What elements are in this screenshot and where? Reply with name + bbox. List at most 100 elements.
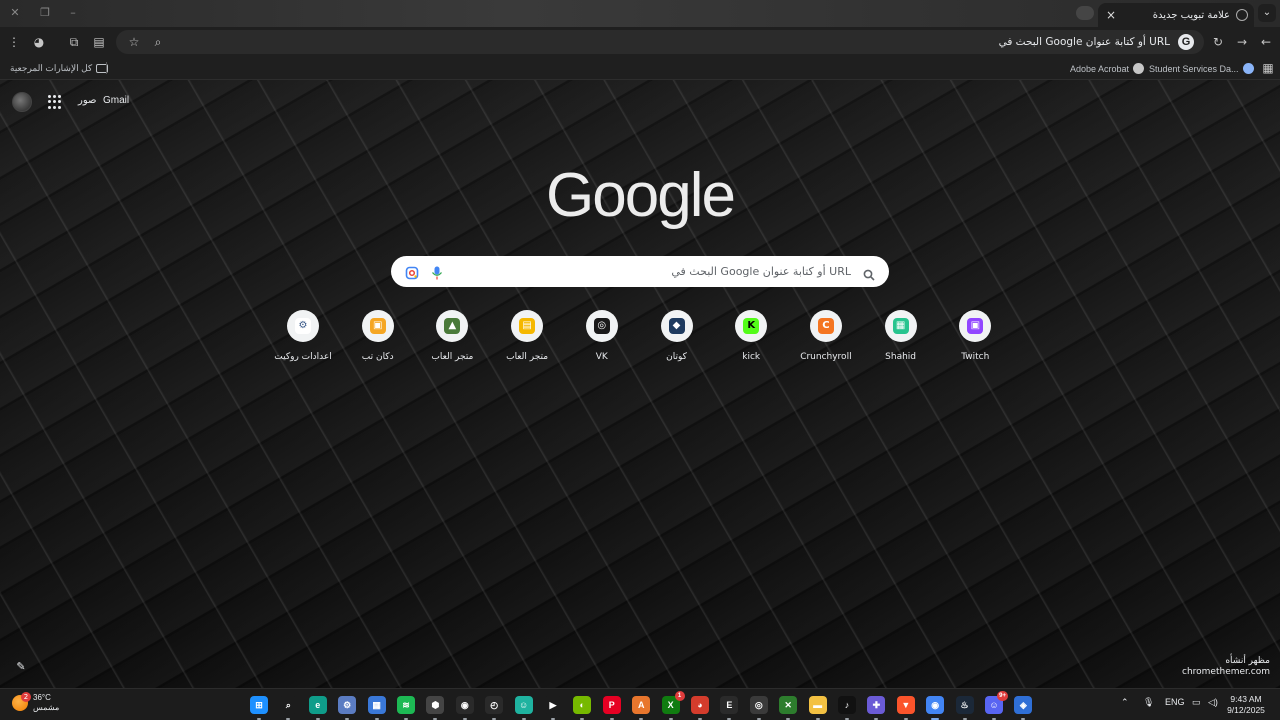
shortcut-label: متجر العاب [506, 352, 549, 362]
extensions-icon[interactable]: ⧉ [66, 34, 82, 50]
game-store-icon: ▲ [444, 318, 461, 334]
translate-icon[interactable]: ▤ [91, 34, 107, 50]
network-icon[interactable]: ▭ [1192, 697, 1201, 708]
restore-window-icon[interactable]: ❐ [36, 4, 54, 22]
nvidia-icon[interactable]: ◐ [573, 696, 592, 720]
app-bot-icon[interactable]: ☺ [514, 696, 533, 720]
app-a-icon[interactable]: A [632, 696, 651, 720]
tray-chevron-icon[interactable]: ⌃ [1121, 697, 1129, 708]
shortcut-label: kick [742, 352, 761, 362]
google-lens-icon[interactable] [405, 265, 419, 279]
shortcut-tile[interactable]: ▣ Twitch [938, 310, 1012, 370]
close-window-icon[interactable]: ✕ [6, 4, 24, 22]
apps-shortcut-icon[interactable]: ▦ [1260, 60, 1276, 76]
shortcut-tile[interactable]: C Crunchyroll [789, 310, 863, 370]
images-link[interactable]: صور [78, 95, 97, 106]
theme-credit-link[interactable]: chromethemer.com [1182, 667, 1270, 678]
app-red-icon[interactable]: ◕ [691, 696, 709, 720]
profile-avatar-icon[interactable]: ◕ [31, 34, 47, 50]
bookmark-adobe-acrobat[interactable]: Adobe Acrobat [1070, 61, 1145, 76]
app-clock-icon[interactable]: ◴ [485, 696, 504, 720]
clock[interactable]: 9:43 AM 9/12/2025 [1222, 694, 1270, 716]
app-glyph: ⬢ [431, 699, 440, 710]
search-icon[interactable]: ⌕ [279, 696, 298, 720]
app-blue-icon[interactable]: ◈ [1014, 696, 1033, 720]
app-glyph: ⊞ [255, 699, 263, 710]
shortcut-tile[interactable]: Kkick [714, 310, 788, 370]
settings-icon[interactable]: ⚙ [338, 696, 357, 720]
discord-icon[interactable]: ☺ 9+ [985, 691, 1008, 720]
app-glyph: ▶ [549, 699, 557, 710]
language-indicator[interactable]: ENG [1165, 697, 1185, 707]
app-glyph: ♨ [960, 699, 969, 710]
tab-search-chevron-icon[interactable]: ⌄ [1258, 4, 1276, 22]
menu-kebab-icon[interactable]: ⋮ [6, 34, 22, 50]
volume-icon[interactable]: ◁) [1208, 697, 1218, 708]
gmail-link[interactable]: Gmail [103, 95, 129, 106]
clock-time: 9:43 AM [1230, 694, 1262, 704]
account-avatar[interactable] [12, 92, 32, 112]
back-icon[interactable]: ← [1258, 34, 1274, 50]
steam-icon[interactable]: ♨ [955, 696, 974, 720]
app-glyph: e [315, 700, 321, 710]
minimize-window-icon[interactable]: – [64, 4, 82, 22]
pinterest-icon[interactable]: P [602, 696, 621, 720]
zoom-icon[interactable]: ⌕ [150, 34, 166, 50]
xbox-app-icon[interactable]: ✕ [779, 696, 798, 720]
app-glyph: ◕ [697, 700, 703, 710]
reload-icon[interactable]: ↻ [1210, 34, 1226, 50]
google-apps-icon[interactable] [48, 95, 62, 109]
shortcut-tile[interactable]: ▤ متجر العاب [490, 310, 564, 370]
shortcut-tile[interactable]: ▣ دكان تب [341, 310, 415, 370]
chrome-icon[interactable]: ◉ [926, 696, 945, 720]
app-glyph: ✕ [784, 699, 792, 710]
edge-icon[interactable]: e [308, 696, 327, 720]
tab-close-icon[interactable]: × [1104, 8, 1118, 22]
shop-tab-icon: ▣ [369, 318, 386, 334]
gamepad-icon[interactable]: ✚ [867, 696, 886, 720]
search-input[interactable]: البحث في Google أو كتابة عنوان URL [443, 265, 863, 278]
bookmarks-divider [106, 62, 107, 74]
xbox-icon[interactable]: X1 [661, 691, 685, 720]
bookmark-student-services[interactable]: Student Services Da... [1149, 61, 1254, 76]
store-icon[interactable]: ▦ [367, 696, 386, 720]
microphone-icon[interactable] [431, 265, 443, 279]
app-glyph: ◉ [931, 699, 940, 710]
brave-icon[interactable]: ▼ [896, 696, 915, 720]
all-bookmarks-label: كل الإشارات المرجعية [10, 63, 93, 73]
play-icon[interactable]: ▶ [544, 696, 562, 720]
weather-badge: 2 [21, 692, 31, 702]
omnibox[interactable]: ☆ ⌕ البحث في Google أو كتابة عنوان URL G [116, 30, 1204, 54]
shortcut-tile[interactable]: ◆ كوتان [640, 310, 714, 370]
shortcut-tile[interactable]: ⚙ اعدادات روكيت [266, 310, 340, 370]
app-glyph: ◎ [754, 699, 763, 710]
profile-chip[interactable] [1076, 6, 1094, 20]
spotify-icon[interactable]: ≋ [397, 696, 415, 720]
epic-games-icon[interactable]: E [720, 696, 739, 720]
app-glyph: ▼ [901, 700, 911, 710]
search-box[interactable]: البحث في Google أو كتابة عنوان URL [391, 256, 889, 287]
tray-mic-icon[interactable]: 🎙︎ [1143, 697, 1154, 708]
customize-pencil-icon[interactable]: ✎ [14, 660, 28, 674]
shortcut-tile[interactable]: ▲ متجر العاب [415, 310, 489, 370]
app-ring-icon[interactable]: ◎ [749, 696, 768, 720]
all-bookmarks-button[interactable]: كل الإشارات المرجعية [10, 61, 109, 76]
weather-widget[interactable]: 2 36°C مشمس [12, 692, 59, 713]
app-hex-icon[interactable]: ⬢ [426, 696, 445, 720]
app-glyph: ◴ [490, 699, 499, 710]
windows-start-icon[interactable]: ⊞ [250, 696, 268, 720]
app-circle-icon[interactable]: ◉ [455, 696, 474, 720]
shortcut-tile[interactable]: ▦ Shahid [864, 310, 938, 370]
theme-credit[interactable]: مظهر أنشأه chromethemer.com [1182, 656, 1270, 678]
tiktok-icon[interactable]: ♪ [838, 696, 856, 720]
forward-icon[interactable]: → [1234, 34, 1250, 50]
shortcut-icon-circle: C [809, 310, 842, 342]
shortcut-tile[interactable]: ◎ VK [565, 310, 639, 370]
file-explorer-icon[interactable]: ▬ [808, 696, 827, 720]
shortcut-label: متجر العاب [431, 352, 474, 362]
tab-new-tab[interactable]: × علامة تبويب جديدة [1098, 3, 1254, 27]
omnibox-text[interactable]: البحث في Google أو كتابة عنوان URL [166, 36, 1178, 48]
google-logo: Google [546, 161, 736, 230]
shortcut-icon-circle: ◆ [660, 310, 693, 342]
bookmark-star-icon[interactable]: ☆ [126, 34, 142, 50]
